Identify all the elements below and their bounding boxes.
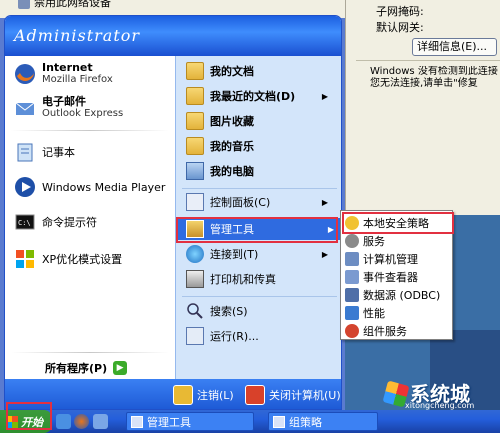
network-status-panel: 子网掩码: 默认网关: 详细信息(E)... Windows 没有检测到此连接 … [345,0,500,215]
power-icon [245,385,265,405]
chevron-right-icon: ▶ [321,197,328,207]
highlight-start-button [6,402,52,430]
media-player-icon [13,175,37,199]
submenu-component-services[interactable]: 组件服务 [343,322,451,340]
quicklaunch-ie-icon[interactable] [56,414,71,429]
status-message: Windows 没有检测到此连接 您无法连接,请单击"修复 [370,66,498,89]
start-menu-left-pane: Internet Mozilla Firefox 电子邮件 Outlook Expr… [5,56,175,379]
connect-to[interactable]: 连接到(T) ▶ [186,245,336,263]
folder-icon [186,62,204,80]
divider [11,130,169,131]
folder-icon [186,137,204,155]
divider [356,60,500,61]
recent-cmd[interactable]: C:\ 命令提示符 [13,210,97,234]
folder-icon [186,112,204,130]
run[interactable]: 运行(R)... [186,327,259,345]
quicklaunch-desktop-icon[interactable] [93,414,108,429]
network-device-icon [18,0,30,9]
recent-media-player[interactable]: Windows Media Player [13,175,165,199]
odbc-icon [345,288,359,302]
cmd-icon: C:\ [13,210,37,234]
run-icon [186,327,204,345]
background-menu-item: 禁用此网络设备 [18,0,111,10]
divider [182,296,337,297]
folder-icon [131,415,143,428]
component-services-icon [345,324,359,338]
outlook-icon [13,96,37,120]
chevron-right-icon: ▶ [321,91,328,101]
shutdown-button[interactable]: 关闭计算机(U) [245,385,341,405]
recent-xp-settings[interactable]: XP优化模式设置 [13,247,122,271]
user-name: Administrator [5,16,341,56]
details-button[interactable]: 详细信息(E)... [412,38,497,56]
event-viewer-icon [345,270,359,284]
my-pictures[interactable]: 图片收藏 [186,112,254,130]
divider [182,188,337,189]
submenu-services[interactable]: 服务 [343,232,451,250]
submenu-performance[interactable]: 性能 [343,304,451,322]
my-computer[interactable]: 我的电脑 [186,162,254,180]
arrow-right-icon: ▶ [113,361,128,375]
chevron-right-icon: ▶ [321,249,328,259]
search[interactable]: 搜索(S) [186,302,248,320]
my-music[interactable]: 我的音乐 [186,137,254,155]
recent-documents[interactable]: 我最近的文档(D) ▶ [186,87,336,105]
pinned-email[interactable]: 电子邮件 Outlook Express [13,96,123,120]
pinned-internet[interactable]: Internet Mozilla Firefox [13,62,113,86]
recent-notepad[interactable]: 记事本 [13,140,75,164]
control-panel[interactable]: 控制面板(C) ▶ [186,193,336,211]
quicklaunch-firefox-icon[interactable] [74,414,89,429]
all-programs-button[interactable]: 所有程序(P) ▶ [45,360,128,376]
start-menu: Administrator Internet Mozilla Firefox 电子… [4,15,342,410]
highlight-local-security-policy [342,212,454,234]
key-icon [173,385,193,405]
task-group-policy[interactable]: 组策略 [268,412,378,431]
xp-settings-icon [13,247,37,271]
watermark-url: xitongcheng.com [405,401,475,410]
performance-icon [345,306,359,320]
policy-icon [273,415,285,428]
subnet-label: 子网掩码: [376,5,424,18]
taskbar: 开始 管理工具 组策略 [0,410,500,433]
gateway-label: 默认网关: [376,21,424,34]
submenu-computer-management[interactable]: 计算机管理 [343,250,451,268]
submenu-odbc[interactable]: 数据源 (ODBC) [343,286,451,304]
svg-text:C:\: C:\ [18,219,31,227]
control-panel-icon [186,193,204,211]
folder-icon [186,87,204,105]
search-icon [186,302,204,320]
firefox-icon [13,62,37,86]
divider [11,352,169,353]
network-icon [186,245,204,263]
computer-management-icon [345,252,359,266]
printers-faxes[interactable]: 打印机和传真 [186,270,276,288]
submenu-event-viewer[interactable]: 事件查看器 [343,268,451,286]
my-documents[interactable]: 我的文档 [186,62,254,80]
services-icon [345,234,359,248]
printer-icon [186,270,204,288]
computer-icon [186,162,204,180]
notepad-icon [13,140,37,164]
highlight-admin-tools [176,217,338,243]
logoff-button[interactable]: 注销(L) [173,385,234,405]
task-admin-tools[interactable]: 管理工具 [126,412,254,431]
start-menu-footer: 注销(L) 关闭计算机(U) [5,379,341,409]
